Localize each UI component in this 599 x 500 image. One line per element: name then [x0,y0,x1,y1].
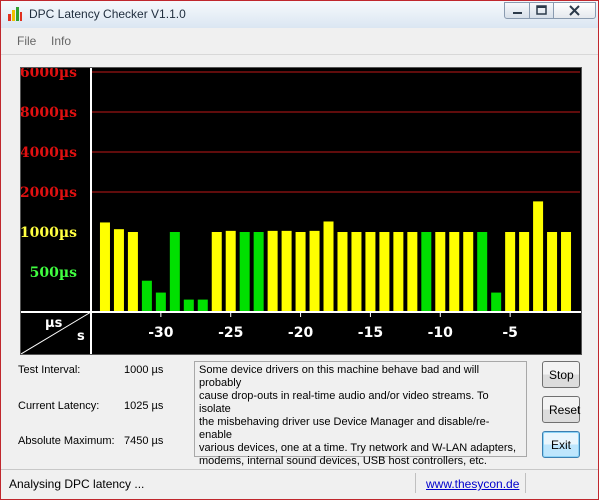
app-icon [8,7,22,21]
description-line: the misbehaving driver use Device Manage… [199,416,490,441]
test-interval-value: 1000 µs [124,364,164,376]
latency-bar [197,299,208,312]
x-tick-label: -15 [358,325,383,341]
latency-bar [533,201,544,312]
latency-bar [281,230,292,312]
current-latency-value: 1025 µs [124,400,164,412]
latency-bar [351,232,362,312]
latency-chart: 16000µs 8000µs 4000µs 2000µs 1000µs 500µs µss -… [20,67,582,355]
close-icon [569,5,580,16]
y-tick-label: 2000µs [21,185,77,201]
latency-bar [169,232,180,312]
latency-bar [463,232,474,312]
x-tick-label: -5 [502,325,518,341]
status-separator [415,473,416,493]
latency-bar [393,232,404,312]
corner-y-unit-label: µs [45,316,63,331]
y-tick-label: 4000µs [21,145,77,161]
y-tick-label: 1000µs [21,225,77,241]
title-bar[interactable]: DPC Latency Checker V1.1.0 [1,1,598,28]
latency-bar [141,280,152,312]
maximize-icon [536,5,547,15]
latency-bar [253,232,264,312]
description-line: modems, internal sound devices, USB host… [199,455,487,467]
status-text: Analysing DPC latency ... [9,477,145,491]
latency-chart-svg: 16000µs 8000µs 4000µs 2000µs 1000µs 500µs µss -… [21,68,581,354]
y-tick-label: 500µs [30,265,77,281]
latency-bar [337,232,348,312]
latency-bar [407,232,418,312]
latency-bar [491,292,502,312]
latency-bar [239,232,250,312]
corner-x-unit-label: s [77,329,85,344]
y-tick-label: 8000µs [21,105,77,121]
menu-file[interactable]: File [17,34,36,48]
description-line: cause drop-outs in real-time audio and/o… [199,390,489,415]
latency-bar [561,232,572,312]
latency-bar [323,221,334,312]
absolute-maximum-label: Absolute Maximum: [18,435,115,447]
window-title: DPC Latency Checker V1.1.0 [29,7,186,21]
description-line: various devices, one at a time. Try netw… [199,442,517,454]
latency-bar [547,232,558,312]
exit-button[interactable]: Exit [542,431,580,458]
latency-bar [99,222,110,312]
x-tick-label: -30 [148,325,174,341]
absolute-maximum-value: 7450 µs [124,435,164,447]
latency-bar [379,232,390,312]
description-line: Some device drivers on this machine beha… [199,364,480,389]
app-window: DPC Latency Checker V1.1.0 File Info 160… [0,0,599,500]
x-tick-label: -10 [428,325,454,341]
latency-bar [435,232,446,312]
latency-bar [421,232,432,312]
menu-bar: File Info [1,28,598,55]
y-tick-label: 16000µs [21,68,77,81]
x-tick-label: -20 [288,325,314,341]
latency-bar [183,299,194,312]
latency-bar [505,232,516,312]
latency-bar [519,232,530,312]
latency-bar [295,232,306,312]
description-box: Some device drivers on this machine beha… [194,361,527,467]
x-tick-label: -25 [218,325,243,341]
latency-bar [155,292,166,312]
latency-bar [225,230,236,312]
reset-button[interactable]: Reset [542,396,580,423]
website-link[interactable]: www.thesycon.de [426,477,519,491]
close-button[interactable] [553,2,596,19]
minimize-icon [513,12,522,14]
current-latency-label: Current Latency: [18,400,100,412]
latency-bar [309,230,320,312]
menu-info[interactable]: Info [51,34,71,48]
test-interval-label: Test Interval: [18,364,81,376]
latency-bar [267,230,278,312]
latency-bar [477,232,488,312]
status-bar: Analysing DPC latency ... www.thesycon.d… [1,469,598,499]
status-separator [525,473,526,493]
latency-bar [211,232,222,312]
minimize-button[interactable] [504,2,530,19]
maximize-button[interactable] [529,2,554,19]
latency-bar [365,232,376,312]
latency-bar [113,229,124,312]
latency-bar [127,232,138,312]
stop-button[interactable]: Stop [542,361,580,388]
latency-bar [449,232,460,312]
